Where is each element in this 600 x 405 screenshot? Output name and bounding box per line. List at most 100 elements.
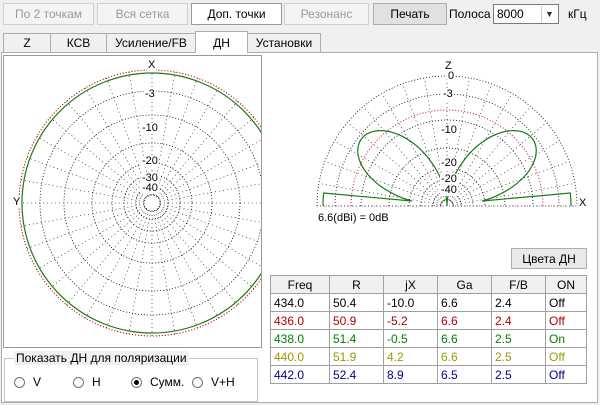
- table-cell[interactable]: 2.5: [491, 329, 546, 348]
- radio-v-label: V: [33, 375, 42, 389]
- table-cell[interactable]: -5.2: [383, 311, 438, 330]
- radio-sum-label: Сумм.: [150, 375, 185, 389]
- column-header-fb[interactable]: F/B: [491, 275, 546, 294]
- band-label: Полоса: [449, 7, 491, 21]
- grid-spoke: [66, 208, 148, 306]
- table-cell[interactable]: -0.5: [383, 329, 438, 348]
- grid-spoke: [26, 157, 145, 201]
- tab-swr[interactable]: КСВ: [50, 33, 107, 52]
- table-cell[interactable]: 4.2: [383, 347, 438, 366]
- pattern-colors-button[interactable]: Цвета ДН: [511, 248, 587, 269]
- table-cell[interactable]: 50.9: [329, 311, 384, 330]
- table-cell[interactable]: 434.0: [270, 293, 330, 312]
- azimuth-ring-label: -40: [141, 182, 159, 194]
- tab-z[interactable]: Z: [3, 33, 51, 52]
- column-header-r[interactable]: R: [329, 275, 384, 294]
- radio-h[interactable]: H: [73, 375, 101, 389]
- table-cell[interactable]: Off: [545, 293, 587, 312]
- table-cell[interactable]: 438.0: [270, 329, 330, 348]
- by-2-points-button[interactable]: По 2 точкам: [3, 3, 94, 25]
- grid-spoke: [159, 163, 261, 201]
- grid-spoke: [324, 161, 442, 205]
- grid-spoke: [128, 210, 151, 335]
- table-cell[interactable]: Off: [545, 311, 587, 330]
- table-cell[interactable]: 2.5: [491, 365, 546, 384]
- table-cell[interactable]: 440.0: [270, 347, 330, 366]
- table-row[interactable]: 434.0 50.4 -10.0 6.6 2.4 Off: [270, 293, 587, 312]
- band-select[interactable]: 8000 ▼: [493, 4, 559, 24]
- elevation-ring-label: 0: [447, 70, 456, 82]
- polarization-group: Показать ДН для поляризации V H Сумм. V+…: [4, 351, 258, 402]
- grid-spoke: [85, 209, 149, 319]
- table-cell[interactable]: 50.4: [329, 293, 384, 312]
- grid-spoke: [157, 117, 255, 199]
- table-cell[interactable]: Off: [545, 347, 587, 366]
- radio-v-plus-h[interactable]: V+H: [192, 375, 235, 389]
- table-cell[interactable]: 2.4: [491, 293, 546, 312]
- table-cell[interactable]: Off: [545, 365, 587, 384]
- resonance-button[interactable]: Резонанс: [284, 3, 369, 25]
- grid-spoke: [26, 205, 145, 249]
- table-cell[interactable]: 2.5: [491, 347, 546, 366]
- table-cell[interactable]: 52.4: [329, 365, 384, 384]
- radio-h-circle[interactable]: [73, 376, 84, 388]
- gain-reference-note: 6.6(dBi) = 0dB: [318, 212, 389, 224]
- grid-spoke: [158, 139, 261, 200]
- table-cell[interactable]: 8.9: [383, 365, 438, 384]
- table-cell[interactable]: 442.0: [270, 365, 330, 384]
- table-row[interactable]: 442.0 52.4 8.9 6.5 2.5 Off: [270, 365, 587, 384]
- grid-spoke: [106, 210, 150, 329]
- band-value: 8000: [497, 7, 524, 21]
- radio-v[interactable]: V: [14, 375, 41, 389]
- grid-spoke: [36, 136, 146, 200]
- column-header-jx[interactable]: jX: [383, 275, 438, 294]
- grid-spoke: [66, 100, 148, 198]
- tab-gain-fb[interactable]: Усиление/FB: [106, 33, 196, 52]
- table-row[interactable]: 436.0 50.9 -5.2 6.6 2.4 Off: [270, 311, 587, 330]
- grid-spoke: [452, 140, 560, 204]
- table-cell[interactable]: 6.5: [437, 365, 492, 384]
- grid-spoke: [157, 207, 255, 289]
- elevation-ring-label: -3: [442, 88, 454, 100]
- grid-spoke: [154, 210, 198, 329]
- table-cell[interactable]: 6.6: [437, 329, 492, 348]
- azimuth-y-label: Y: [12, 196, 22, 208]
- table-cell[interactable]: 6.6: [437, 347, 492, 366]
- table-row[interactable]: 440.0 51.9 4.2 6.6 2.5 Off: [270, 347, 587, 366]
- radio-v-plus-h-circle[interactable]: [192, 376, 203, 388]
- table-cell[interactable]: 6.6: [437, 293, 492, 312]
- table-cell[interactable]: On: [545, 329, 587, 348]
- azimuth-pattern-curve: [21, 72, 261, 334]
- print-button[interactable]: Печать: [373, 3, 447, 25]
- grid-ring: [63, 114, 241, 292]
- tab-pattern[interactable]: ДН: [195, 31, 248, 53]
- radio-sum-circle[interactable]: [131, 376, 142, 388]
- unit-label: кГц: [568, 7, 587, 21]
- grid-spoke: [49, 117, 147, 199]
- azimuth-plot: X Y -3 -10 -20 -30 -40: [3, 55, 262, 348]
- table-cell[interactable]: 51.4: [329, 329, 384, 348]
- radio-sum[interactable]: Сумм.: [131, 375, 184, 389]
- table-cell[interactable]: 6.6: [437, 311, 492, 330]
- extra-points-button[interactable]: Доп. точки: [191, 3, 282, 25]
- grid-spoke: [381, 93, 445, 201]
- grid-spoke: [20, 179, 145, 202]
- table-cell[interactable]: 51.9: [329, 347, 384, 366]
- table-cell[interactable]: 2.4: [491, 311, 546, 330]
- column-header-on[interactable]: ON: [545, 275, 587, 294]
- column-header-freq[interactable]: Freq: [270, 275, 330, 294]
- table-row[interactable]: 438.0 51.4 -0.5 6.6 2.5 On: [270, 329, 587, 348]
- table-cell[interactable]: -10.0: [383, 293, 438, 312]
- column-header-ga[interactable]: Ga: [437, 275, 492, 294]
- table-cell[interactable]: 436.0: [270, 311, 330, 330]
- chevron-down-icon[interactable]: ▼: [541, 6, 557, 22]
- azimuth-ring-label: -10: [141, 122, 159, 134]
- radio-v-circle[interactable]: [14, 376, 25, 388]
- azimuth-x-label: X: [147, 59, 157, 71]
- whole-grid-button[interactable]: Вся сетка: [97, 3, 188, 25]
- azimuth-ring-label: -3: [144, 88, 156, 100]
- grid-spoke: [402, 83, 446, 201]
- elevation-ring-label: -10: [440, 124, 458, 136]
- grid-spoke: [158, 206, 261, 267]
- tab-settings[interactable]: Установки: [247, 33, 321, 52]
